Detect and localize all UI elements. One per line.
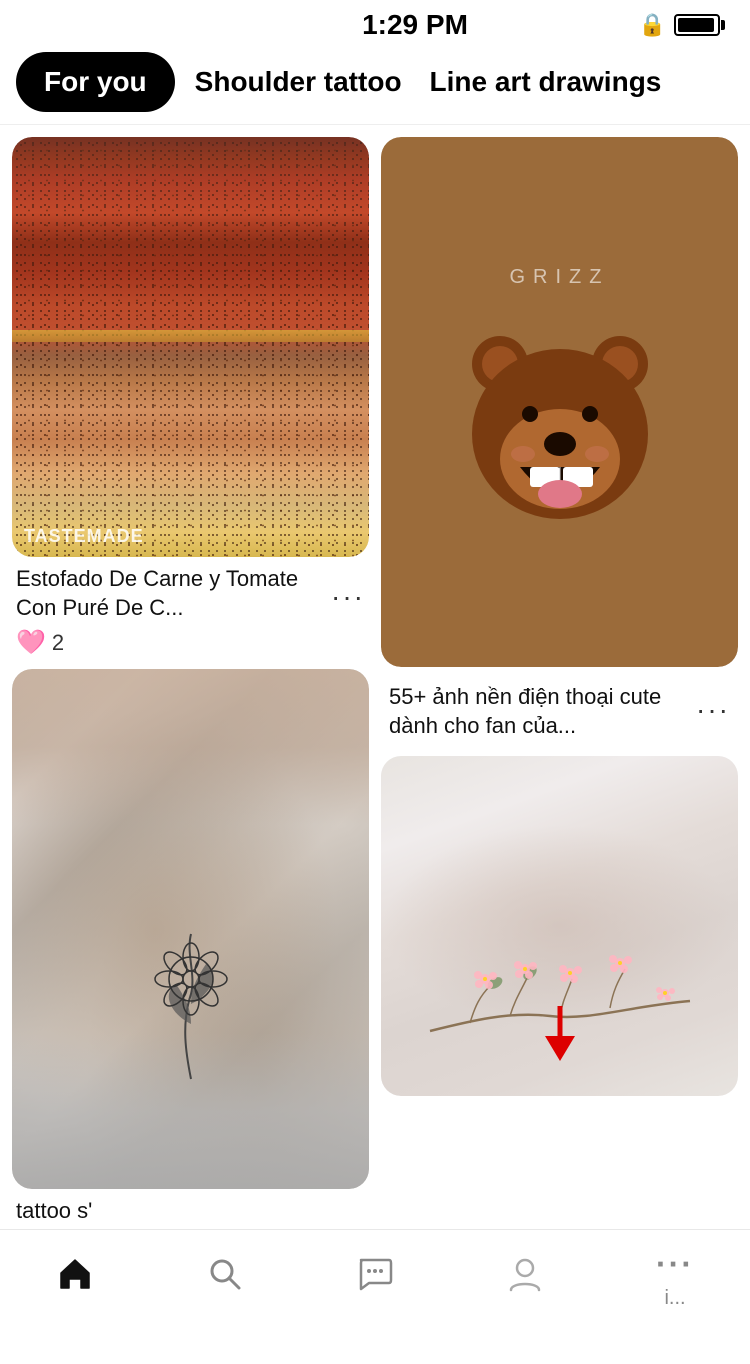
- heart-icon: 🩷: [16, 628, 46, 657]
- tab-shoulder-tattoo[interactable]: Shoulder tattoo: [195, 66, 402, 98]
- tattoo-left-image: [12, 669, 369, 1189]
- flower-tattoo-decoration: [136, 924, 246, 1089]
- nav-tabs: For you Shoulder tattoo Line art drawing…: [0, 44, 750, 125]
- food-image: TASTEMADE: [12, 137, 369, 557]
- status-icons: 🔒: [639, 12, 720, 38]
- tattoo-left-title: tattoo s': [16, 1197, 365, 1226]
- food-card-title: Estofado De Carne y Tomate Con Puré De C…: [16, 565, 331, 622]
- nav-profile[interactable]: [485, 1255, 565, 1302]
- food-card-likes: 🩷 2: [16, 628, 365, 657]
- source-badge: TASTEMADE: [24, 526, 144, 547]
- likes-count: 2: [52, 630, 64, 656]
- food-card-info: Estofado De Carne y Tomate Con Puré De C…: [12, 557, 369, 669]
- left-column: TASTEMADE Estofado De Carne y Tomate Con…: [12, 137, 369, 1244]
- red-arrow-indicator: [540, 1006, 580, 1066]
- messages-icon: [356, 1255, 394, 1302]
- home-icon: [56, 1255, 94, 1302]
- nav-home[interactable]: [35, 1255, 115, 1302]
- status-time: 1:29 PM: [110, 9, 720, 41]
- bear-card-title: 55+ ảnh nền điện thoại cute dành cho fan…: [385, 675, 692, 744]
- grizz-label: GRIZZ: [510, 266, 610, 289]
- tattoo-left-card[interactable]: [12, 669, 369, 1189]
- food-card-meta: Estofado De Carne y Tomate Con Puré De C…: [16, 565, 365, 628]
- nav-messages[interactable]: [335, 1255, 415, 1302]
- tab-line-art[interactable]: Line art drawings: [430, 66, 662, 98]
- nav-search[interactable]: [185, 1255, 265, 1302]
- status-bar: 1:29 PM 🔒: [0, 0, 750, 44]
- profile-icon: [506, 1255, 544, 1302]
- lock-icon: 🔒: [639, 12, 666, 38]
- tattoo-right-image: [381, 756, 738, 1096]
- pin-grid: TASTEMADE Estofado De Carne y Tomate Con…: [0, 125, 750, 1244]
- nav-more[interactable]: ··· i...: [635, 1246, 715, 1310]
- bear-card[interactable]: GRIZZ: [381, 137, 738, 667]
- bear-more-button[interactable]: ···: [692, 694, 734, 726]
- bear-card-info: 55+ ảnh nền điện thoại cute dành cho fan…: [381, 667, 738, 756]
- right-column: GRIZZ: [381, 137, 738, 1244]
- bottom-nav: ··· i...: [0, 1229, 750, 1334]
- bear-card-meta: 55+ ảnh nền điện thoại cute dành cho fan…: [385, 675, 734, 744]
- tab-for-you[interactable]: For you: [16, 52, 175, 112]
- food-card[interactable]: TASTEMADE: [12, 137, 369, 557]
- tattoo-right-card[interactable]: [381, 756, 738, 1096]
- bear-image: GRIZZ: [381, 137, 738, 667]
- more-icon: ···: [656, 1246, 694, 1283]
- nav-more-label: i...: [664, 1287, 685, 1310]
- bear-face-svg: [455, 309, 665, 539]
- search-icon: [206, 1255, 244, 1302]
- battery-icon: [674, 14, 720, 36]
- food-more-button[interactable]: ···: [331, 581, 365, 613]
